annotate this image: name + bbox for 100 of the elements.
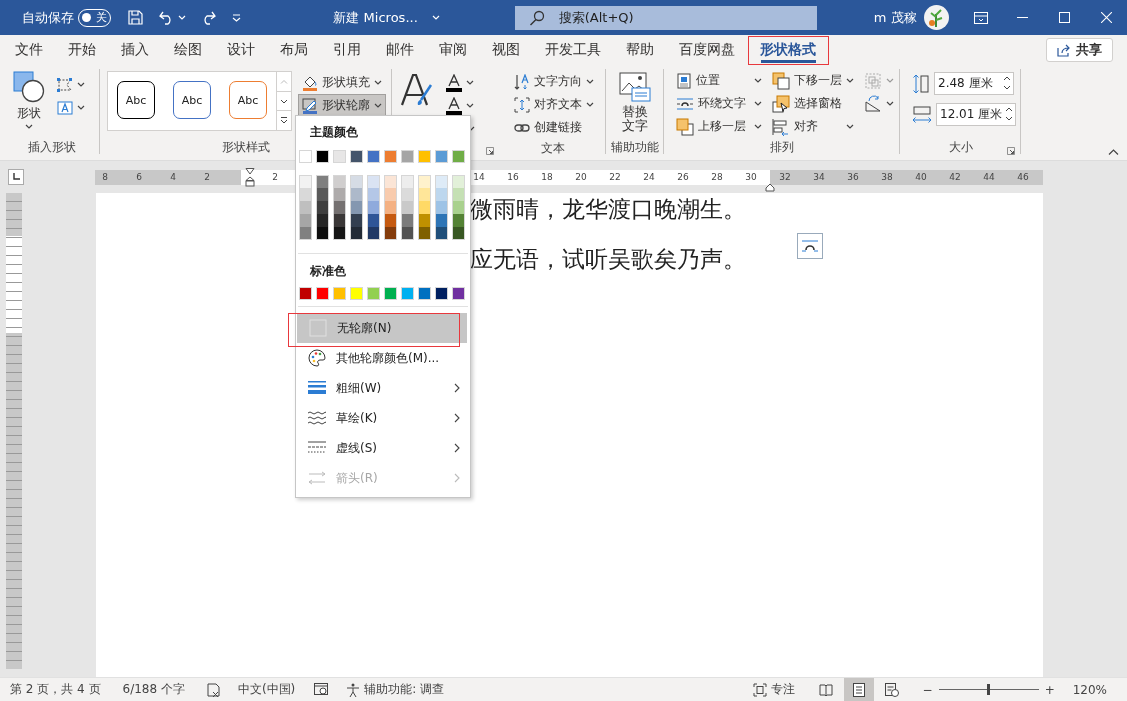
color-swatch[interactable]: [452, 214, 465, 227]
share-button[interactable]: 共享: [1046, 38, 1113, 62]
color-swatch[interactable]: [418, 214, 431, 227]
language[interactable]: 中文(中国): [237, 681, 296, 698]
create-link-button[interactable]: 创建链接: [510, 116, 598, 139]
color-swatch[interactable]: [384, 188, 397, 201]
color-swatch[interactable]: [316, 150, 329, 163]
color-swatch[interactable]: [316, 287, 329, 300]
color-swatch[interactable]: [401, 227, 414, 240]
color-swatch[interactable]: [350, 201, 363, 214]
color-swatch[interactable]: [350, 150, 363, 163]
send-backward-button[interactable]: 下移一层: [768, 69, 858, 92]
proofing-button[interactable]: [206, 682, 221, 697]
ribbon-tab[interactable]: 帮助: [613, 35, 667, 65]
color-swatch[interactable]: [333, 150, 346, 163]
menu-item[interactable]: 粗细(W): [296, 373, 470, 403]
color-swatch[interactable]: [316, 201, 329, 214]
color-swatch[interactable]: [299, 150, 312, 163]
shapes-button[interactable]: 形状: [9, 69, 49, 131]
color-swatch[interactable]: [299, 227, 312, 240]
color-swatch[interactable]: [333, 188, 346, 201]
color-swatch[interactable]: [367, 201, 380, 214]
tab-stop-selector[interactable]: [8, 169, 24, 185]
menu-item[interactable]: 草绘(K): [296, 403, 470, 433]
color-swatch[interactable]: [350, 188, 363, 201]
color-swatch[interactable]: [316, 188, 329, 201]
color-swatch[interactable]: [435, 201, 448, 214]
color-swatch[interactable]: [435, 175, 448, 188]
color-swatch[interactable]: [435, 227, 448, 240]
slider-thumb[interactable]: [987, 684, 991, 695]
color-swatch[interactable]: [435, 188, 448, 201]
color-swatch[interactable]: [384, 150, 397, 163]
color-swatch[interactable]: [350, 175, 363, 188]
collapse-ribbon-button[interactable]: [1108, 149, 1119, 155]
color-swatch[interactable]: [452, 150, 465, 163]
align-button[interactable]: 对齐: [768, 115, 858, 138]
wrap-text-button[interactable]: 环绕文字: [672, 92, 766, 115]
width-field[interactable]: 12.01 厘米: [936, 103, 1016, 126]
shape-outline-button[interactable]: 形状轮廓: [298, 94, 386, 117]
menu-item[interactable]: 虚线(S): [296, 433, 470, 463]
menu-item[interactable]: 其他轮廓颜色(M)...: [296, 343, 470, 373]
color-swatch[interactable]: [401, 150, 414, 163]
color-swatch[interactable]: [367, 150, 380, 163]
align-text-button[interactable]: 对齐文本: [510, 93, 598, 116]
zoom-out-button[interactable]: −: [922, 682, 933, 697]
color-swatch[interactable]: [435, 150, 448, 163]
color-swatch[interactable]: [452, 227, 465, 240]
color-swatch[interactable]: [367, 175, 380, 188]
color-swatch[interactable]: [367, 227, 380, 240]
color-swatch[interactable]: [384, 227, 397, 240]
word-count[interactable]: 6/188 个字: [122, 681, 185, 698]
style-swatch[interactable]: Abc: [117, 81, 155, 119]
focus-button[interactable]: 专注: [752, 681, 795, 698]
ribbon-tab[interactable]: 开发工具: [532, 35, 614, 65]
ribbon-tab[interactable]: 开始: [55, 35, 109, 65]
page-count[interactable]: 第 2 页，共 4 页: [10, 681, 101, 698]
color-swatch[interactable]: [384, 175, 397, 188]
color-swatch[interactable]: [333, 175, 346, 188]
accessibility-button[interactable]: 辅助功能: 调查: [346, 681, 445, 698]
style-swatch[interactable]: Abc: [173, 81, 211, 119]
ribbon-tab[interactable]: 视图: [479, 35, 533, 65]
ribbon-tab[interactable]: 绘图: [161, 35, 215, 65]
ribbon-tab[interactable]: 文件: [2, 35, 56, 65]
color-swatch[interactable]: [452, 188, 465, 201]
color-swatch[interactable]: [367, 188, 380, 201]
color-swatch[interactable]: [401, 201, 414, 214]
avatar[interactable]: [923, 5, 949, 30]
color-swatch[interactable]: [299, 175, 312, 188]
print-view-button[interactable]: [843, 678, 874, 701]
ribbon-tab[interactable]: 百度网盘: [666, 35, 748, 65]
bring-forward-button[interactable]: 上移一层: [672, 115, 766, 138]
color-swatch[interactable]: [350, 214, 363, 227]
color-swatch[interactable]: [418, 175, 431, 188]
color-swatch[interactable]: [333, 227, 346, 240]
color-swatch[interactable]: [299, 201, 312, 214]
ribbon-tab[interactable]: 邮件: [373, 35, 427, 65]
color-swatch[interactable]: [299, 287, 312, 300]
color-swatch[interactable]: [418, 227, 431, 240]
layout-options-button[interactable]: [797, 233, 823, 259]
ribbon-tab[interactable]: 插入: [108, 35, 162, 65]
color-swatch[interactable]: [350, 227, 363, 240]
ribbon-tab[interactable]: 引用: [320, 35, 374, 65]
document-title[interactable]: 新建 Micros...: [328, 2, 445, 33]
color-swatch[interactable]: [350, 287, 363, 300]
color-swatch[interactable]: [367, 214, 380, 227]
ribbon-tab[interactable]: 审阅: [426, 35, 480, 65]
ribbon-tab[interactable]: 布局: [267, 35, 321, 65]
zoom-in-button[interactable]: +: [1044, 682, 1055, 697]
color-swatch[interactable]: [316, 214, 329, 227]
selection-pane-button[interactable]: 选择窗格: [768, 92, 858, 115]
ribbon-tab[interactable]: 设计: [214, 35, 268, 65]
search-field[interactable]: 搜索(Alt+Q): [514, 5, 817, 30]
color-swatch[interactable]: [418, 287, 431, 300]
color-swatch[interactable]: [333, 287, 346, 300]
color-swatch[interactable]: [452, 201, 465, 214]
color-swatch[interactable]: [333, 201, 346, 214]
macro-button[interactable]: [314, 683, 330, 696]
color-swatch[interactable]: [401, 214, 414, 227]
color-swatch[interactable]: [452, 175, 465, 188]
color-swatch[interactable]: [401, 287, 414, 300]
